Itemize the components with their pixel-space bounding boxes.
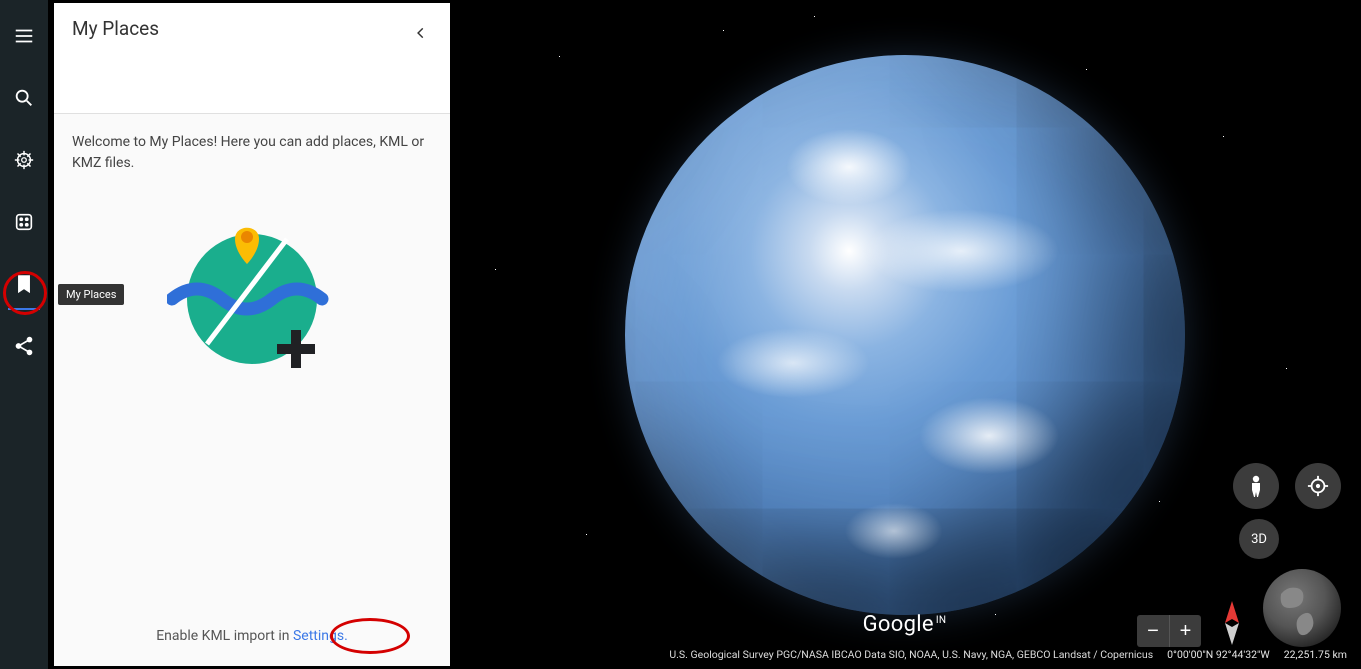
panel-header: My Places (54, 3, 450, 114)
pegman-icon (1246, 474, 1266, 498)
mini-globe-icon (1263, 569, 1341, 647)
search-icon (13, 87, 35, 109)
pegman-button[interactable] (1233, 463, 1279, 509)
google-brand: GoogleIN (863, 612, 947, 637)
map-controls: 3D − + (1137, 463, 1341, 647)
attribution-bar: U.S. Geological Survey PGC/NASA IBCAO Da… (669, 648, 1347, 661)
share-icon (13, 335, 35, 357)
zoom-in-button[interactable]: + (1169, 615, 1201, 647)
menu-button[interactable] (0, 12, 48, 60)
map-canvas[interactable]: GoogleIN U.S. Geological Survey PGC/NASA… (450, 3, 1359, 667)
coordinates-readout: 0°00'00"N 92°44'32"W (1167, 648, 1270, 661)
share-button[interactable] (0, 322, 48, 370)
welcome-text: Welcome to My Places! Here you can add p… (72, 132, 432, 174)
compass-button[interactable] (1217, 599, 1247, 647)
collapse-panel-button[interactable] (410, 17, 432, 49)
earth-globe[interactable] (625, 55, 1185, 615)
lucky-button[interactable] (0, 198, 48, 246)
zoom-out-button[interactable]: − (1137, 615, 1169, 647)
chevron-left-icon (414, 26, 428, 40)
eye-altitude: 22,251.75 km (1284, 648, 1347, 661)
panel-footer: Enable KML import in Settings. (54, 628, 450, 666)
my-places-button[interactable] (0, 260, 48, 308)
voyager-button[interactable] (0, 136, 48, 184)
overview-globe-button[interactable] (1263, 569, 1341, 647)
3d-toggle-button[interactable]: 3D (1239, 519, 1279, 559)
panel-title: My Places (72, 17, 159, 40)
left-sidebar (0, 0, 48, 669)
my-places-panel: My Places Welcome to My Places! Here you… (54, 3, 450, 666)
locate-me-button[interactable] (1295, 463, 1341, 509)
dice-icon (13, 211, 35, 233)
globe-plus-illustration-icon (167, 204, 337, 374)
compass-icon (1217, 599, 1247, 647)
footer-text: Enable KML import in (156, 628, 293, 644)
settings-link[interactable]: Settings. (293, 628, 348, 644)
tooltip-my-places: My Places (58, 284, 124, 305)
panel-body: Welcome to My Places! Here you can add p… (54, 114, 450, 628)
bookmark-icon (13, 273, 35, 295)
search-button[interactable] (0, 74, 48, 122)
hamburger-icon (13, 25, 35, 47)
gps-target-icon (1307, 475, 1329, 497)
ship-wheel-icon (13, 149, 35, 171)
attribution-sources: U.S. Geological Survey PGC/NASA IBCAO Da… (669, 648, 1153, 661)
zoom-control: − + (1137, 615, 1201, 647)
illustration (72, 204, 432, 374)
